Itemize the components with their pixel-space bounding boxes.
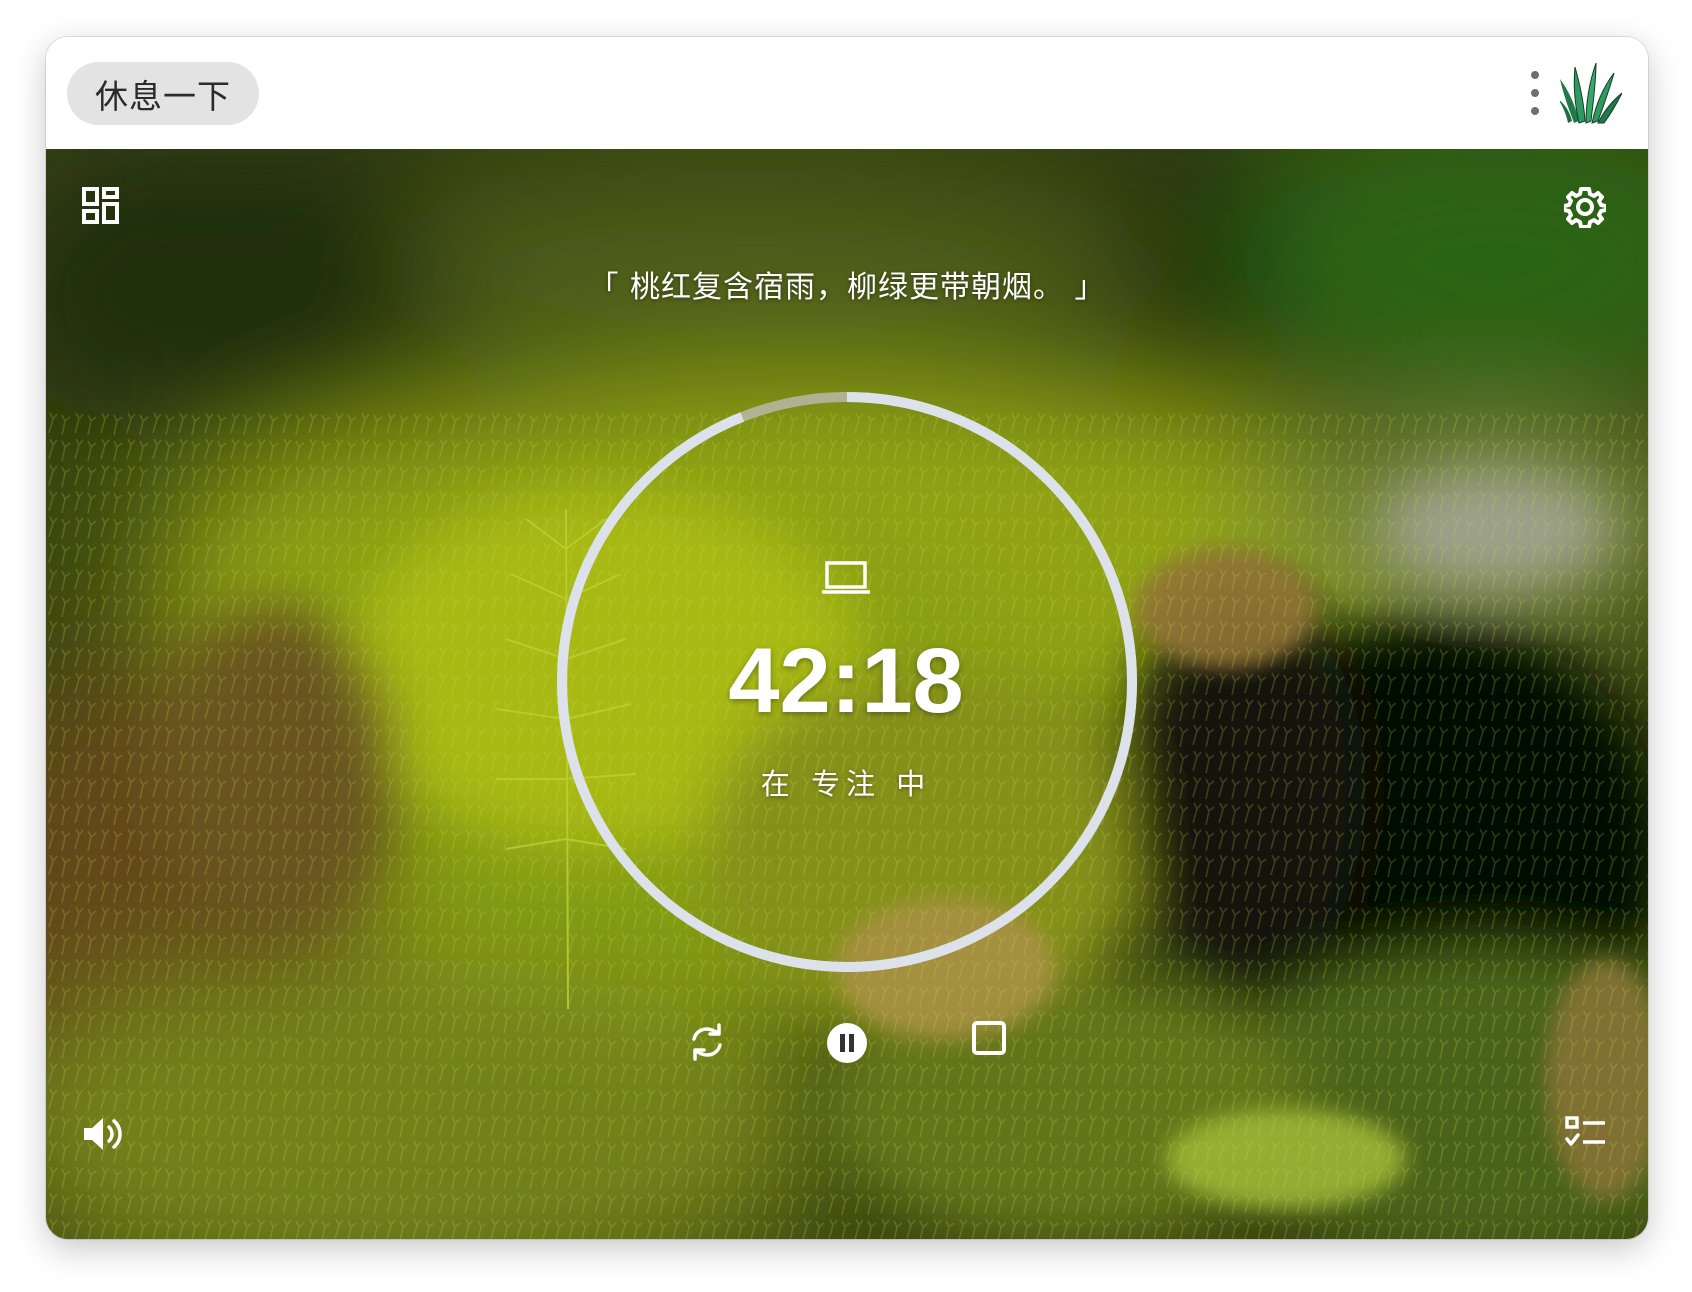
poem-quote: 「 桃红复含宿雨，柳绿更带朝烟。 」 xyxy=(588,270,1106,305)
restart-icon[interactable] xyxy=(684,1019,730,1065)
focus-scene: 「 桃红复含宿雨，柳绿更带朝烟。 」 42:18 在 专注 中 xyxy=(46,149,1648,1239)
laptop-icon xyxy=(822,561,870,594)
app-window: 休息一下 「 桃红复含宿雨，柳绿更带朝烟。 」 42:18 在 专注 中 xyxy=(46,37,1648,1239)
grass-logo-icon xyxy=(1560,62,1622,124)
take-a-break-button[interactable]: 休息一下 xyxy=(67,62,259,125)
timer-display: 42:18 xyxy=(728,630,964,732)
volume-icon[interactable] xyxy=(80,1111,126,1157)
stop-icon[interactable] xyxy=(969,1018,1009,1058)
gear-icon[interactable] xyxy=(1563,185,1607,229)
timer-status: 在 专注 中 xyxy=(760,767,932,801)
pause-icon[interactable] xyxy=(825,1021,869,1065)
dashboard-grid-icon[interactable] xyxy=(80,185,122,227)
top-bar: 休息一下 xyxy=(46,37,1648,149)
task-list-icon[interactable] xyxy=(1564,1113,1608,1153)
more-vertical-icon[interactable] xyxy=(1528,71,1542,115)
